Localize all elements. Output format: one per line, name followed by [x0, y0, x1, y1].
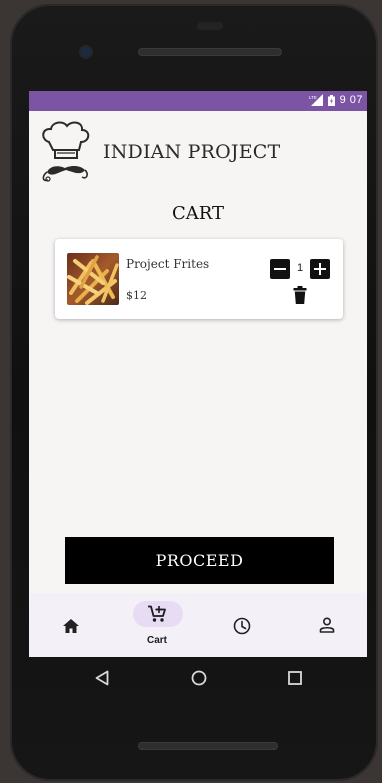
bottom-navigation-bar: Cart	[29, 593, 367, 657]
status-bar: LTE 9 07	[29, 91, 367, 111]
status-icons: LTE 9 07	[309, 94, 363, 106]
clock-icon	[233, 617, 251, 635]
person-icon	[319, 617, 335, 633]
cart-item-quantity: 1	[296, 262, 304, 274]
android-navigation-bar	[29, 657, 367, 701]
overview-square-icon[interactable]	[288, 671, 302, 685]
nav-label-cart: Cart	[146, 635, 167, 646]
chef-hat-mustache-logo-icon	[42, 121, 90, 182]
nav-item-cart[interactable]: Cart	[115, 593, 199, 657]
nav-item-history[interactable]	[199, 593, 283, 657]
french-fries-photo-icon	[67, 253, 119, 305]
cart-item-price: $12	[126, 289, 147, 302]
bottom-speaker	[138, 742, 278, 750]
cart-item-card: Project Frites $12 1	[55, 239, 343, 319]
trash-icon[interactable]	[293, 286, 307, 304]
network-label: LTE	[309, 95, 317, 100]
proceed-button[interactable]: PROCEED	[65, 537, 334, 584]
increase-quantity-button[interactable]	[310, 259, 330, 279]
app-screen: LTE 9 07 INDIAN PROJECT CART Project Fri…	[29, 91, 367, 657]
home-icon	[63, 619, 79, 633]
proximity-sensor	[197, 22, 223, 30]
app-title: INDIAN PROJECT	[103, 141, 281, 163]
battery-icon	[327, 94, 335, 106]
home-circle-icon[interactable]	[191, 670, 207, 686]
decrease-quantity-button[interactable]	[270, 259, 290, 279]
lte-signal-icon: LTE	[309, 94, 323, 106]
nav-item-home[interactable]	[29, 593, 113, 657]
status-time: 9 07	[339, 94, 363, 106]
nav-item-profile[interactable]	[283, 593, 367, 657]
app-header: INDIAN PROJECT	[29, 115, 367, 185]
back-triangle-icon[interactable]	[95, 670, 109, 686]
page-title: CART	[171, 203, 224, 224]
front-camera	[81, 47, 91, 57]
earpiece-speaker	[138, 48, 282, 56]
cart-add-icon	[148, 605, 166, 622]
cart-item-name: Project Frites	[126, 257, 210, 271]
